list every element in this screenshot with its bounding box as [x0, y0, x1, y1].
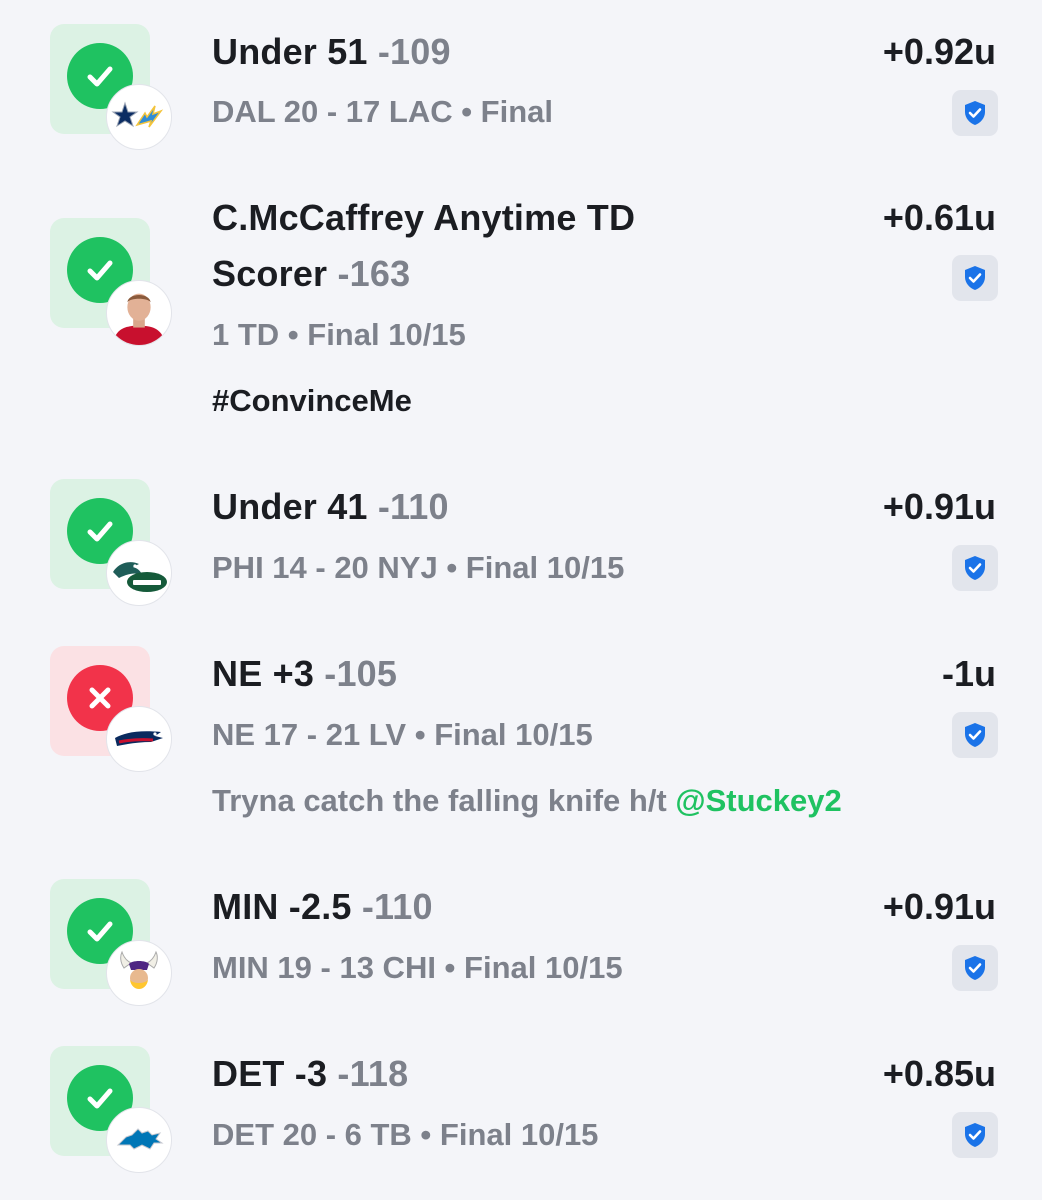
bet-odds: -110	[361, 886, 433, 927]
player-headshot	[106, 280, 172, 346]
verified-shield-icon[interactable]	[952, 90, 998, 136]
patriots-logo	[106, 706, 172, 772]
bet-units: +0.85u	[882, 1053, 996, 1094]
bet-title: DET -3 -118	[212, 1053, 409, 1094]
bet-subtitle: NE 17 - 21 LV • Final 10/15	[212, 717, 593, 752]
bet-units: +0.61u	[882, 197, 996, 238]
verified-shield-icon[interactable]	[952, 545, 998, 591]
bet-odds: -163	[337, 253, 411, 294]
bet-note: Tryna catch the falling knife h/t @Stuck…	[212, 783, 842, 818]
user-mention-link[interactable]: @Stuckey2	[675, 783, 841, 818]
bet-units: -1u	[942, 653, 996, 694]
verified-shield-icon[interactable]	[952, 945, 998, 991]
bet-units: +0.91u	[882, 486, 996, 527]
bet-subtitle: DAL 20 - 17 LAC • Final	[212, 94, 554, 129]
bet-subtitle: MIN 19 - 13 CHI • Final 10/15	[212, 950, 623, 985]
verified-shield-icon[interactable]	[952, 255, 998, 301]
verified-shield-icon[interactable]	[952, 712, 998, 758]
bet-title: Under 51 -109	[212, 31, 451, 72]
bet-odds: -109	[377, 31, 451, 72]
bet-title: Under 41 -110	[212, 486, 449, 527]
lions-logo	[106, 1107, 172, 1173]
bet-subtitle: 1 TD • Final 10/15	[212, 317, 466, 352]
cowboys-chargers-logo	[106, 84, 172, 150]
bet-title: MIN -2.5 -110	[212, 886, 433, 927]
bet-odds: -110	[377, 486, 449, 527]
bet-title: C.McCaffrey Anytime TD Scorer -163	[212, 197, 636, 294]
bet-note: #ConvinceMe	[212, 383, 412, 418]
bet-subtitle: PHI 14 - 20 NYJ • Final 10/15	[212, 550, 625, 585]
bet-odds: -105	[324, 653, 398, 694]
eagles-jets-logo	[106, 540, 172, 606]
bet-units: +0.92u	[882, 31, 996, 72]
bet-units: +0.91u	[882, 886, 996, 927]
bet-title: NE +3 -105	[212, 653, 398, 694]
verified-shield-icon[interactable]	[952, 1112, 998, 1158]
bet-subtitle: DET 20 - 6 TB • Final 10/15	[212, 1117, 599, 1152]
bet-odds: -118	[337, 1053, 409, 1094]
vikings-logo	[106, 940, 172, 1006]
